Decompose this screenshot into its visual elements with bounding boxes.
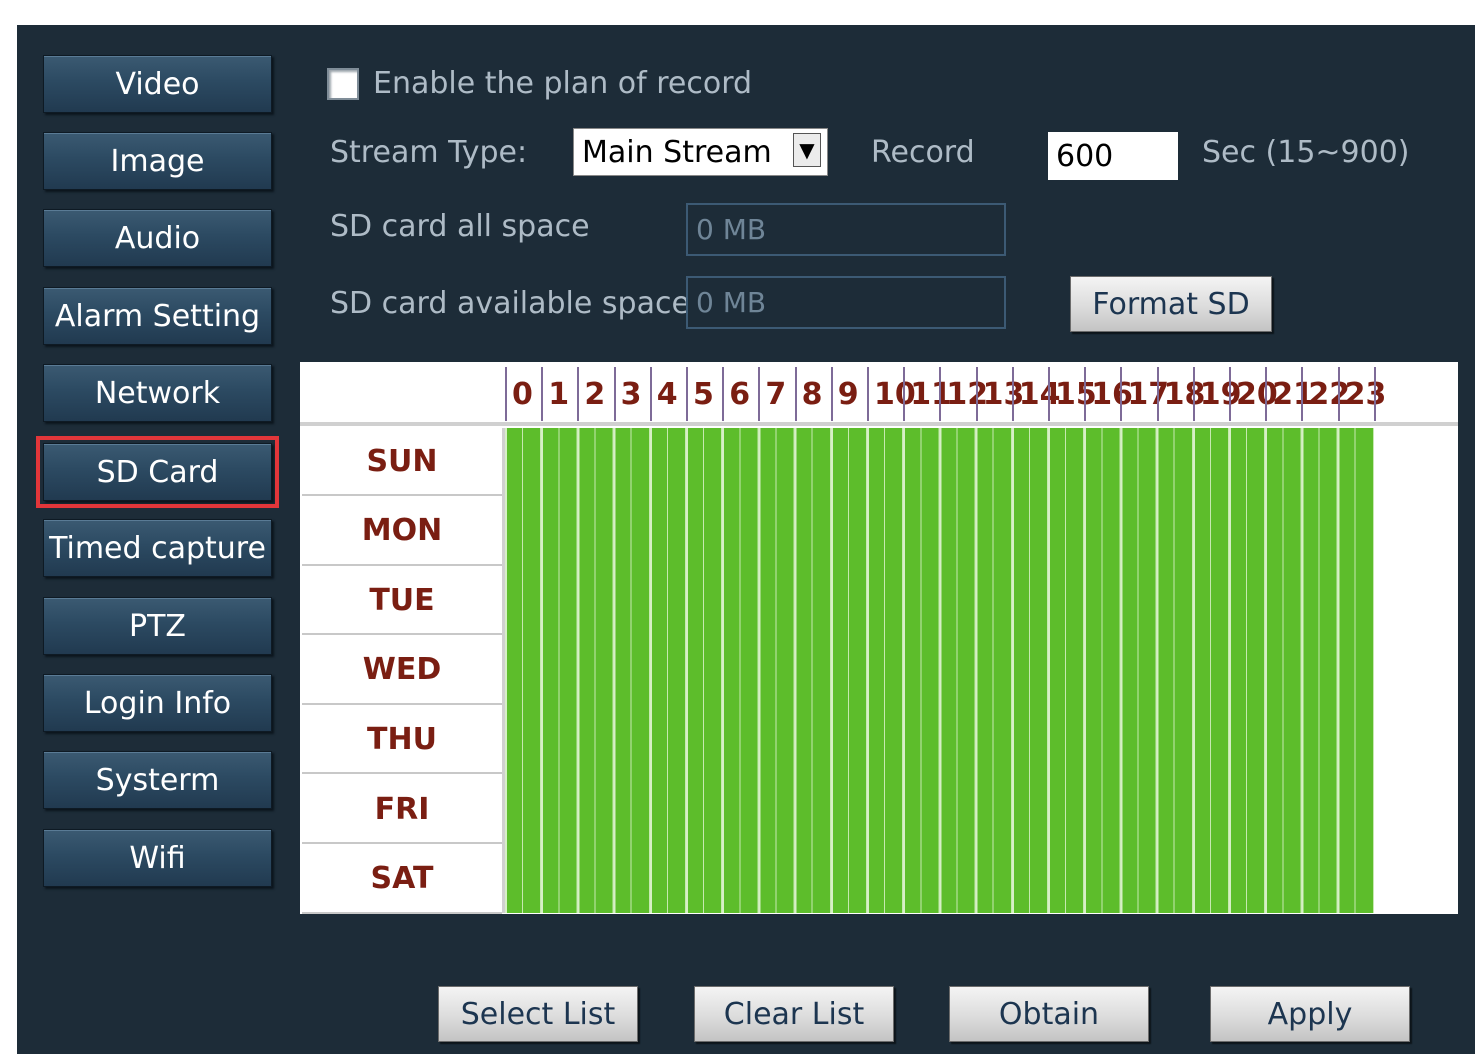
schedule-header-divider: [300, 422, 1458, 426]
stream-type-select[interactable]: Main Stream ▼: [573, 128, 828, 176]
sd-all-space-value: 0 MB: [696, 213, 767, 246]
obtain-label: Obtain: [998, 996, 1100, 1032]
hour-header-cell[interactable]: 9: [830, 367, 867, 421]
hour-header-cell[interactable]: 18: [1156, 367, 1205, 421]
sidebar-item-image[interactable]: Image: [43, 132, 272, 190]
hour-header-cell[interactable]: 23: [1337, 367, 1386, 421]
sidebar-item-label: Audio: [114, 220, 201, 256]
sidebar-item-login-info[interactable]: Login Info: [43, 674, 272, 732]
format-sd-label: Format SD: [1092, 286, 1250, 322]
sidebar-item-ptz[interactable]: PTZ: [43, 597, 272, 655]
sidebar-item-audio[interactable]: Audio: [43, 209, 272, 267]
hour-header-cell[interactable]: 0: [505, 367, 541, 421]
hour-header-cell[interactable]: 16: [1084, 367, 1133, 421]
stream-type-label: Stream Type:: [330, 135, 528, 170]
hour-header-cell[interactable]: 6: [722, 367, 758, 421]
apply-label: Apply: [1267, 996, 1353, 1032]
sidebar-item-video[interactable]: Video: [43, 55, 272, 113]
sd-available-space-label: SD card available space: [330, 286, 690, 321]
select-list-label: Select List: [460, 996, 616, 1032]
hour-header-cell[interactable]: 22: [1301, 367, 1350, 421]
apply-button[interactable]: Apply: [1210, 986, 1410, 1042]
record-label: Record: [871, 135, 975, 170]
sidebar-item-label: Network: [94, 375, 221, 411]
hour-header-cell[interactable]: 3: [613, 367, 650, 421]
sidebar-item-label: Login Info: [83, 685, 232, 721]
hour-header-cell[interactable]: 5: [686, 367, 722, 421]
hour-header-cell[interactable]: 19: [1192, 367, 1242, 421]
hour-header-cell[interactable]: 21: [1265, 367, 1314, 421]
sidebar-item-system[interactable]: Systerm: [43, 751, 272, 809]
hour-header-cell[interactable]: 4: [649, 367, 686, 421]
sidebar-item-label: SD Card: [96, 454, 219, 490]
day-row-label[interactable]: FRI: [302, 776, 502, 844]
sidebar-item-label: Alarm Setting: [54, 298, 261, 334]
record-duration-unit: Sec (15~900): [1202, 135, 1410, 170]
sd-available-space-field: 0 MB: [686, 276, 1006, 329]
sd-all-space-field: 0 MB: [686, 203, 1006, 256]
enable-record-checkbox[interactable]: [327, 68, 359, 100]
hour-header-cell[interactable]: 7: [758, 367, 794, 421]
sidebar-item-label: Video: [115, 66, 200, 102]
clear-list-button[interactable]: Clear List: [694, 986, 894, 1042]
record-duration-value: 600: [1056, 138, 1114, 174]
hour-header-cell[interactable]: 1: [541, 367, 577, 421]
hour-header-end: [1373, 367, 1381, 421]
hour-header-cell[interactable]: 8: [794, 367, 831, 421]
sidebar-item-label: PTZ: [129, 608, 186, 644]
format-sd-button[interactable]: Format SD: [1070, 276, 1272, 332]
hour-header-cell[interactable]: 11: [903, 367, 952, 421]
hour-header-cell[interactable]: 14: [1011, 367, 1061, 421]
sidebar-item-label: Timed capture: [49, 530, 266, 566]
clear-list-label: Clear List: [723, 996, 865, 1032]
hour-header-cell[interactable]: 15: [1048, 367, 1097, 421]
day-row-label[interactable]: TUE: [302, 567, 502, 636]
record-duration-input[interactable]: 600: [1048, 132, 1178, 180]
stream-type-value: Main Stream: [582, 134, 772, 170]
hour-header-cell[interactable]: 20: [1229, 367, 1278, 421]
chevron-down-icon[interactable]: ▼: [793, 133, 821, 167]
day-row-label[interactable]: WED: [302, 637, 502, 705]
hour-header-cell[interactable]: 13: [975, 367, 1024, 421]
hour-header-cell[interactable]: 2: [577, 367, 613, 421]
day-row-label[interactable]: SAT: [302, 846, 502, 914]
hour-header-cell[interactable]: 17: [1120, 367, 1169, 421]
day-row-label[interactable]: MON: [302, 498, 502, 566]
sidebar-item-network[interactable]: Network: [43, 364, 272, 422]
select-list-button[interactable]: Select List: [438, 986, 638, 1042]
sd-all-space-label: SD card all space: [330, 209, 590, 244]
sidebar-item-label: Image: [110, 143, 205, 179]
day-row-label[interactable]: THU: [302, 706, 502, 775]
sidebar-item-label: Systerm: [95, 762, 220, 798]
sd-available-space-value: 0 MB: [696, 286, 767, 319]
day-row-label[interactable]: SUN: [302, 428, 502, 496]
sidebar-item-sd-card[interactable]: SD Card: [36, 436, 279, 508]
hour-header-cell[interactable]: 10: [867, 367, 916, 421]
sidebar-item-timed-capture[interactable]: Timed capture: [43, 519, 272, 577]
enable-record-label: Enable the plan of record: [373, 66, 753, 101]
hour-header-cell[interactable]: 12: [939, 367, 988, 421]
sidebar-item-alarm-setting[interactable]: Alarm Setting: [43, 287, 272, 345]
schedule-grid[interactable]: [505, 428, 1374, 913]
sidebar-item-label: Wifi: [129, 840, 186, 876]
sidebar-item-wifi[interactable]: Wifi: [43, 829, 272, 887]
obtain-button[interactable]: Obtain: [949, 986, 1149, 1042]
